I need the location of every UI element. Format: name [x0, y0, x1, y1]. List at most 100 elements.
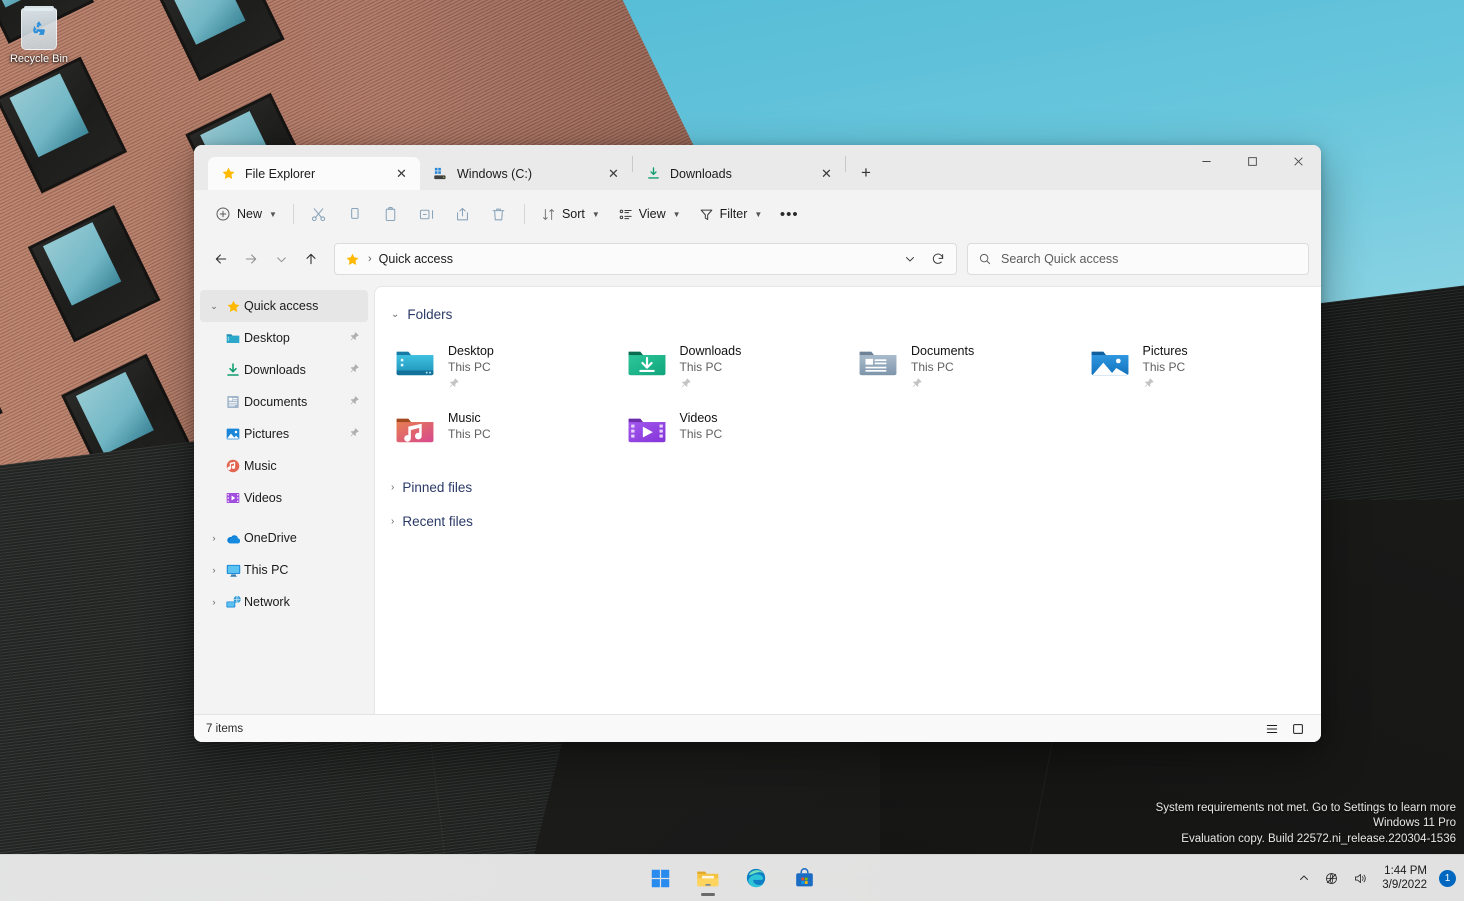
more-options-button[interactable]: ••• — [771, 198, 807, 230]
volume-icon[interactable] — [1347, 861, 1374, 895]
address-bar-row: › Quick access — [194, 238, 1321, 286]
chevron-right-icon[interactable]: › — [206, 597, 222, 607]
sidebar-item-quick-access[interactable]: ⌄ Quick access — [200, 290, 368, 322]
folder-name: Music — [448, 411, 491, 426]
sidebar-item-music[interactable]: Music — [200, 450, 368, 482]
watermark-line-2: Windows 11 Pro — [1156, 816, 1456, 832]
large-icons-view-button[interactable] — [1287, 719, 1309, 739]
tab-windows-c[interactable]: Windows (C:) ✕ — [420, 157, 632, 190]
back-button[interactable] — [206, 244, 236, 274]
up-button[interactable] — [296, 244, 326, 274]
group-header-label: Folders — [407, 307, 452, 322]
sidebar-item-label: Downloads — [244, 363, 349, 377]
group-header-recent-files[interactable]: › Recent files — [385, 508, 1311, 534]
network-icon[interactable] — [1318, 861, 1345, 895]
sidebar-item-onedrive[interactable]: › OneDrive — [200, 522, 368, 554]
paste-button[interactable] — [373, 198, 409, 230]
tab-file-explorer[interactable]: File Explorer ✕ — [208, 157, 420, 190]
sort-button[interactable]: Sort ▼ — [532, 198, 609, 230]
view-label: View — [639, 207, 666, 221]
breadcrumb[interactable]: › Quick access — [334, 243, 957, 275]
navigation-pane[interactable]: ⌄ Quick access Desktop — [194, 286, 374, 714]
show-hidden-icons-button[interactable] — [1292, 861, 1316, 895]
chevron-right-icon[interactable]: › — [391, 482, 394, 493]
search-input[interactable] — [1001, 252, 1298, 266]
sidebar-item-pictures[interactable]: Pictures — [200, 418, 368, 450]
notification-badge[interactable]: 1 — [1439, 870, 1456, 887]
start-button[interactable] — [640, 859, 680, 897]
tab-close-button[interactable]: ✕ — [817, 164, 836, 183]
downloads-folder-icon — [625, 343, 669, 383]
search-box[interactable] — [967, 243, 1309, 275]
details-view-button[interactable] — [1261, 719, 1283, 739]
sidebar-item-documents[interactable]: Documents — [200, 386, 368, 418]
forward-button[interactable] — [236, 244, 266, 274]
delete-button[interactable] — [481, 198, 517, 230]
pin-icon — [448, 376, 494, 394]
content-pane[interactable]: ⌄ Folders — [374, 286, 1321, 714]
folder-tile-meta: Desktop This PC — [448, 343, 494, 394]
file-explorer-window[interactable]: File Explorer ✕ Windows (C:) ✕ — [194, 145, 1321, 742]
folder-location: This PC — [448, 359, 494, 375]
chevron-right-icon[interactable]: › — [391, 516, 394, 527]
sidebar-item-downloads[interactable]: Downloads — [200, 354, 368, 386]
pin-icon — [1143, 376, 1188, 394]
group-header-pinned-files[interactable]: › Pinned files — [385, 474, 1311, 500]
group-header-folders[interactable]: ⌄ Folders — [385, 301, 1311, 327]
folder-tile-music[interactable]: Music This PC — [385, 402, 617, 458]
cut-button[interactable] — [301, 198, 337, 230]
recent-locations-button[interactable] — [266, 244, 296, 274]
ellipsis-icon: ••• — [780, 207, 799, 222]
sidebar-item-this-pc[interactable]: › This PC — [200, 554, 368, 586]
refresh-button[interactable] — [924, 246, 952, 272]
breadcrumb-current[interactable]: Quick access — [379, 252, 453, 266]
copy-icon — [346, 206, 363, 223]
tab-close-button[interactable]: ✕ — [392, 164, 411, 183]
folder-tile-documents[interactable]: Documents This PC — [848, 335, 1080, 402]
previous-locations-button[interactable] — [896, 246, 924, 272]
sidebar-item-label: Documents — [244, 395, 349, 409]
drive-icon — [433, 166, 448, 181]
sidebar-item-label: This PC — [244, 563, 362, 577]
maximize-button[interactable] — [1229, 145, 1275, 177]
rename-button[interactable] — [409, 198, 445, 230]
sidebar-item-videos[interactable]: Videos — [200, 482, 368, 514]
folder-tile-desktop[interactable]: Desktop This PC — [385, 335, 617, 402]
folder-tile-downloads[interactable]: Downloads This PC — [617, 335, 849, 402]
chevron-down-icon[interactable]: ⌄ — [206, 301, 222, 312]
clock[interactable]: 1:44 PM 3/9/2022 — [1376, 864, 1435, 892]
share-button[interactable] — [445, 198, 481, 230]
new-tab-button[interactable]: + — [852, 159, 880, 187]
file-explorer-button[interactable] — [688, 859, 728, 897]
sidebar-item-label: Music — [244, 459, 362, 473]
folder-tile-pictures[interactable]: Pictures This PC — [1080, 335, 1312, 402]
tab-close-button[interactable]: ✕ — [604, 164, 623, 183]
folder-tile-videos[interactable]: Videos This PC — [617, 402, 849, 458]
tab-downloads[interactable]: Downloads ✕ — [633, 157, 845, 190]
pictures-folder-icon — [1088, 343, 1132, 383]
chevron-right-icon[interactable]: › — [206, 565, 222, 575]
desktop-icon-recycle-bin[interactable]: Recycle Bin — [8, 8, 70, 66]
star-icon — [222, 299, 244, 314]
sidebar-item-desktop[interactable]: Desktop — [200, 322, 368, 354]
taskbar-center-group — [640, 859, 824, 897]
copy-button[interactable] — [337, 198, 373, 230]
minimize-button[interactable] — [1183, 145, 1229, 177]
chevron-right-icon[interactable]: › — [206, 533, 222, 543]
view-button[interactable]: View ▼ — [609, 198, 690, 230]
clock-date: 3/9/2022 — [1382, 878, 1427, 892]
download-icon — [646, 166, 661, 181]
activation-watermark: System requirements not met. Go to Setti… — [1156, 801, 1456, 848]
breadcrumb-separator: › — [368, 253, 372, 265]
new-button[interactable]: New ▼ — [206, 198, 286, 230]
close-button[interactable] — [1275, 145, 1321, 177]
scissors-icon — [310, 206, 327, 223]
sidebar-item-network[interactable]: › Network — [200, 586, 368, 618]
store-button[interactable] — [784, 859, 824, 897]
taskbar[interactable]: 1:44 PM 3/9/2022 1 — [0, 854, 1464, 901]
folder-name: Videos — [680, 411, 723, 426]
filter-button[interactable]: Filter ▼ — [690, 198, 772, 230]
chevron-down-icon[interactable]: ⌄ — [391, 309, 399, 320]
title-bar: File Explorer ✕ Windows (C:) ✕ — [194, 145, 1321, 190]
edge-button[interactable] — [736, 859, 776, 897]
